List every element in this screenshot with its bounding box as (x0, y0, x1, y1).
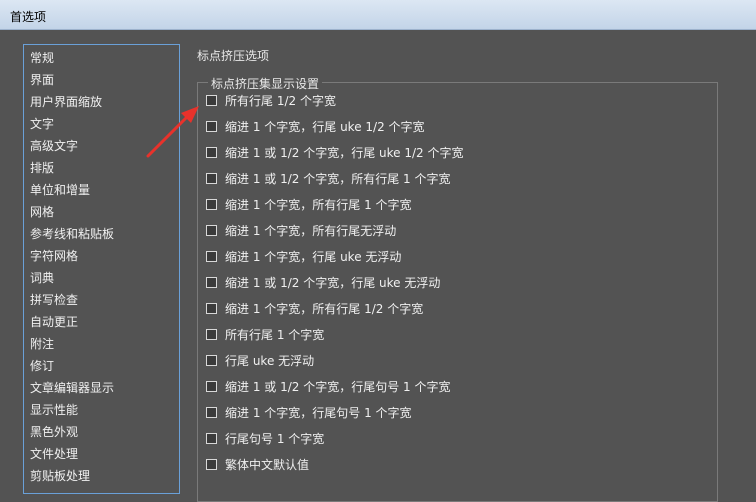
checkbox[interactable] (206, 198, 217, 210)
category-list[interactable]: 常规 界面 用户界面缩放 文字 高级文字 排版 单位和增量 网格 参考线和粘贴板 字符网格 词典 拼写… (23, 44, 180, 494)
sidebar-item[interactable]: 拼写检查 (24, 289, 179, 311)
option-checkbox-row[interactable]: 缩进 1 个字宽，行尾 uke 1/2 个字宽 (206, 116, 425, 136)
option-label: 所有行尾 1/2 个字宽 (225, 93, 336, 108)
checkbox[interactable] (206, 354, 217, 366)
option-checkbox-row[interactable]: 缩进 1 或 1/2 个字宽，行尾 uke 1/2 个字宽 (206, 142, 463, 162)
checkbox[interactable] (206, 380, 217, 392)
option-label: 行尾 uke 无浮动 (225, 353, 315, 368)
option-checkbox-row[interactable]: 所有行尾 1 个字宽 (206, 324, 324, 344)
sidebar-item[interactable]: 文章编辑器显示 (24, 377, 179, 399)
option-checkbox-row[interactable]: 所有行尾 1/2 个字宽 (206, 90, 336, 110)
checkbox[interactable] (206, 458, 217, 470)
option-label: 缩进 1 个字宽，行尾 uke 1/2 个字宽 (225, 119, 425, 134)
option-label: 繁体中文默认值 (225, 457, 310, 472)
checkbox[interactable] (206, 328, 217, 340)
preferences-dialog: 常规 界面 用户界面缩放 文字 高级文字 排版 单位和增量 网格 参考线和粘贴板 字符网格 词典 拼写… (8, 30, 756, 502)
sidebar-item[interactable]: 界面 (24, 69, 179, 91)
option-checkbox-row[interactable]: 缩进 1 或 1/2 个字宽，行尾句号 1 个字宽 (206, 376, 450, 396)
checkbox[interactable] (206, 250, 217, 262)
option-checkbox-row[interactable]: 缩进 1 个字宽，行尾句号 1 个字宽 (206, 402, 412, 422)
checkbox[interactable] (206, 120, 217, 132)
sidebar-item[interactable]: 修订 (24, 355, 179, 377)
title-bar: 首选项 (0, 0, 756, 30)
option-label: 缩进 1 个字宽，所有行尾 1 个字宽 (225, 197, 412, 212)
option-label: 缩进 1 或 1/2 个字宽，行尾句号 1 个字宽 (225, 379, 451, 394)
option-checkbox-row[interactable]: 行尾句号 1 个字宽 (206, 428, 324, 448)
sidebar-item[interactable]: 用户界面缩放 (24, 91, 179, 113)
sidebar-item[interactable]: 附注 (24, 333, 179, 355)
checkbox[interactable] (206, 406, 217, 418)
section-title: 标点挤压选项 (197, 49, 270, 63)
sidebar-item[interactable]: 参考线和粘贴板 (24, 223, 179, 245)
sidebar-item[interactable]: 网格 (24, 201, 179, 223)
sidebar-item[interactable]: 显示性能 (24, 399, 179, 421)
option-label: 缩进 1 个字宽，所有行尾无浮动 (225, 223, 397, 238)
option-label: 缩进 1 或 1/2 个字宽，行尾 uke 无浮动 (225, 275, 441, 290)
sidebar-item[interactable]: 高级文字 (24, 135, 179, 157)
sidebar-item[interactable]: 字符网格 (24, 245, 179, 267)
option-checkbox-row[interactable]: 缩进 1 或 1/2 个字宽，所有行尾 1 个字宽 (206, 168, 450, 188)
option-label: 所有行尾 1 个字宽 (225, 327, 325, 342)
option-label: 缩进 1 个字宽，行尾 uke 无浮动 (225, 249, 402, 264)
checkbox[interactable] (206, 276, 217, 288)
sidebar-item[interactable]: 排版 (24, 157, 179, 179)
sidebar-item[interactable]: 词典 (24, 267, 179, 289)
sidebar-item[interactable]: 文件处理 (24, 443, 179, 465)
checkbox[interactable] (206, 302, 217, 314)
option-checkbox-row[interactable]: 缩进 1 个字宽，所有行尾 1/2 个字宽 (206, 298, 423, 318)
window-title: 首选项 (10, 10, 47, 24)
checkbox[interactable] (206, 146, 217, 158)
option-label: 行尾句号 1 个字宽 (225, 431, 325, 446)
option-label: 缩进 1 个字宽，所有行尾 1/2 个字宽 (225, 301, 424, 316)
option-checkbox-row[interactable]: 行尾 uke 无浮动 (206, 350, 314, 370)
option-label: 缩进 1 或 1/2 个字宽，所有行尾 1 个字宽 (225, 171, 451, 186)
option-checkbox-row[interactable]: 缩进 1 个字宽，所有行尾 1 个字宽 (206, 194, 412, 214)
checkbox[interactable] (206, 224, 217, 236)
option-checkbox-row[interactable]: 缩进 1 或 1/2 个字宽，行尾 uke 无浮动 (206, 272, 440, 292)
sidebar-item[interactable]: 黑色外观 (24, 421, 179, 443)
option-checkbox-row[interactable]: 缩进 1 个字宽，行尾 uke 无浮动 (206, 246, 401, 266)
sidebar-item[interactable]: 剪贴板处理 (24, 465, 179, 487)
option-label: 缩进 1 或 1/2 个字宽，行尾 uke 1/2 个字宽 (225, 145, 464, 160)
option-checkbox-row[interactable]: 缩进 1 个字宽，所有行尾无浮动 (206, 220, 396, 240)
sidebar-item[interactable]: 自动更正 (24, 311, 179, 333)
checkbox[interactable] (206, 94, 217, 106)
checkbox[interactable] (206, 172, 217, 184)
sidebar-item[interactable]: 文字 (24, 113, 179, 135)
sidebar-item[interactable]: 单位和增量 (24, 179, 179, 201)
checkbox[interactable] (206, 432, 217, 444)
sidebar-item[interactable]: 常规 (24, 47, 179, 69)
option-label: 缩进 1 个字宽，行尾句号 1 个字宽 (225, 405, 412, 420)
option-checkbox-row[interactable]: 繁体中文默认值 (206, 454, 309, 474)
